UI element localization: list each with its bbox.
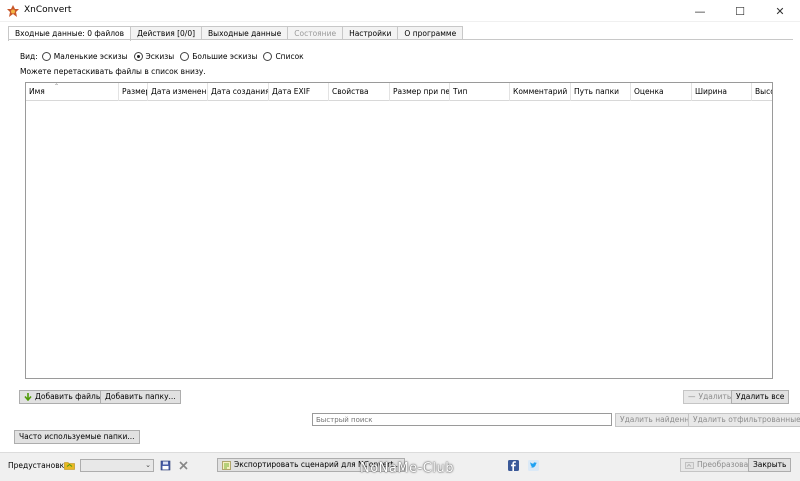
save-preset-icon[interactable] (160, 460, 171, 471)
radio-icon (41, 52, 51, 61)
tab-settings[interactable]: Настройки (342, 26, 399, 40)
open-preset-folder-icon[interactable] (64, 460, 75, 471)
close-icon: ✕ (775, 4, 785, 18)
quick-search-input[interactable] (312, 413, 612, 426)
remove-all-label: Удалить все (736, 392, 785, 401)
remove-all-button[interactable]: Удалить все (731, 390, 790, 404)
column-header-width[interactable]: Ширина (692, 83, 752, 101)
twitter-icon[interactable] (528, 460, 539, 471)
watermark-text: NoNaMe-Club (360, 461, 454, 476)
radio-label: Большие эскизы (192, 52, 258, 61)
radio-checked-icon (133, 52, 143, 61)
view-mode-group: Вид: Маленькие эскизы Эскизы Большие эск… (20, 52, 310, 61)
column-header-properties[interactable]: Свойства (329, 83, 390, 101)
radio-icon (180, 52, 190, 61)
maximize-icon: ☐ (735, 4, 745, 18)
remove-button[interactable]: — Удалить (683, 390, 737, 404)
column-header-folder-path[interactable]: Путь папки (571, 83, 631, 101)
chevron-down-icon: ⌄ (145, 461, 151, 469)
facebook-icon[interactable] (508, 460, 519, 471)
minimize-icon: — (694, 4, 706, 18)
tab-output[interactable]: Выходные данные (201, 26, 289, 40)
radio-icon (263, 52, 273, 61)
tab-actions[interactable]: Действия [0/0] (130, 26, 203, 40)
column-header-type[interactable]: Тип (450, 83, 510, 101)
column-header-size[interactable]: Размер (119, 83, 148, 101)
column-header-date-created[interactable]: Дата создания (208, 83, 269, 101)
maximize-button[interactable]: ☐ (720, 0, 760, 22)
recent-folders-button[interactable]: Часто используемые папки... (14, 430, 140, 444)
presets-label: Предустановки: (8, 461, 72, 470)
minus-icon: — (688, 392, 696, 401)
table-header: ⌃ Имя Размер Дата изменения Дата создани… (26, 83, 772, 101)
radio-label: Эскизы (145, 52, 175, 61)
delete-preset-icon[interactable] (178, 460, 189, 471)
remove-filtered-label: Удалить отфильтрованные (693, 415, 800, 424)
close-window-button[interactable]: ✕ (760, 0, 800, 22)
view-small-thumbs-radio[interactable]: Маленькие эскизы (41, 52, 128, 61)
minimize-button[interactable]: — (680, 0, 720, 22)
view-list-radio[interactable]: Список (263, 52, 304, 61)
column-header-date-modified[interactable]: Дата изменения (148, 83, 208, 101)
presets-select[interactable]: ⌄ (80, 459, 154, 472)
export-script-icon (222, 460, 231, 470)
app-logo-icon (7, 5, 19, 17)
file-list-table[interactable]: ⌃ Имя Размер Дата изменения Дата создани… (25, 82, 773, 379)
view-thumbs-radio[interactable]: Эскизы (133, 52, 175, 61)
add-folder-label: Добавить папку... (105, 392, 176, 401)
column-header-print-size[interactable]: Размер при печа (390, 83, 450, 101)
close-label: Закрыть (753, 460, 787, 469)
column-header-name[interactable]: Имя (26, 83, 119, 101)
window-title: XnConvert (24, 5, 72, 15)
view-large-thumbs-radio[interactable]: Большие эскизы (180, 52, 257, 61)
close-button[interactable]: Закрыть (748, 458, 792, 472)
column-header-date-exif[interactable]: Дата EXIF (269, 83, 329, 101)
tab-bar: Входные данные: 0 файлов Действия [0/0] … (8, 26, 464, 41)
add-files-icon (24, 393, 32, 401)
view-label: Вид: (20, 52, 38, 61)
radio-label: Маленькие эскизы (53, 52, 128, 61)
remove-label: Удалить (698, 392, 732, 401)
convert-icon (685, 461, 694, 469)
remove-filtered-button[interactable]: Удалить отфильтрованные (688, 413, 800, 427)
column-header-height[interactable]: Высо (752, 83, 772, 101)
column-header-rating[interactable]: Оценка (631, 83, 692, 101)
title-bar: XnConvert — ☐ ✕ (0, 0, 800, 22)
tab-status[interactable]: Состояние (287, 26, 344, 40)
add-files-label: Добавить файлы... (35, 392, 109, 401)
add-folder-button[interactable]: Добавить папку... (100, 390, 181, 404)
column-header-comment[interactable]: Комментарий (510, 83, 571, 101)
radio-label: Список (275, 52, 304, 61)
recent-folders-label: Часто используемые папки... (19, 432, 135, 441)
drag-hint: Можете перетаскивать файлы в список вниз… (20, 67, 206, 76)
tab-about[interactable]: О программе (397, 26, 464, 40)
